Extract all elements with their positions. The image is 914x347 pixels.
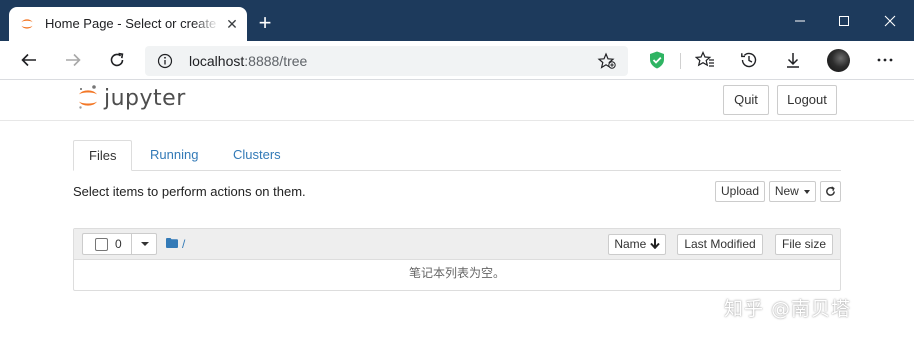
caret-down-icon — [804, 189, 811, 194]
watermark: 知乎 @南贝塔 — [724, 298, 852, 320]
more-icon[interactable] — [874, 49, 896, 71]
quit-button[interactable]: Quit — [723, 85, 769, 115]
new-tab-icon[interactable]: + — [253, 12, 277, 36]
browser-toolbar: localhost:8888/tree — [0, 41, 914, 80]
new-dropdown-button[interactable]: New — [769, 181, 816, 202]
favorites-icon[interactable] — [694, 49, 716, 71]
back-icon[interactable] — [18, 49, 40, 71]
shield-icon[interactable] — [646, 49, 668, 71]
forward-icon[interactable] — [62, 49, 84, 71]
arrow-down-icon — [649, 238, 660, 250]
jupyter-header: jupyter Quit Logout — [0, 80, 914, 121]
url-text[interactable]: localhost:8888/tree — [189, 52, 307, 70]
site-info-icon[interactable] — [157, 53, 173, 69]
tab-running[interactable]: Running — [135, 140, 213, 171]
new-button-label: New — [774, 184, 799, 198]
logout-button[interactable]: Logout — [777, 85, 837, 115]
caret-down-icon — [141, 242, 149, 246]
select-all-group[interactable]: 0 — [82, 233, 157, 255]
refresh-list-button[interactable] — [820, 181, 841, 202]
sort-file-size-button[interactable]: File size — [775, 234, 833, 255]
selection-hint: Select items to perform actions on them. — [73, 184, 306, 199]
select-menu-button[interactable] — [131, 234, 157, 254]
file-list-header: 0 / Name Last Modified File size — [74, 229, 840, 260]
close-icon[interactable] — [878, 9, 902, 33]
minimize-icon[interactable] — [788, 9, 812, 33]
select-all-checkbox[interactable] — [95, 238, 108, 251]
maximize-icon[interactable] — [832, 9, 856, 33]
jupyter-logo-text[interactable]: jupyter — [104, 86, 186, 112]
sort-name-button[interactable]: Name — [608, 234, 666, 255]
selected-count: 0 — [115, 237, 122, 251]
url-path: :8888/tree — [244, 53, 308, 69]
name-column-label: Name — [614, 237, 647, 251]
address-bar[interactable]: localhost:8888/tree — [145, 46, 628, 76]
toolbar-divider — [680, 53, 681, 69]
profile-avatar[interactable] — [827, 49, 850, 72]
refresh-icon — [826, 186, 835, 196]
jupyter-favicon-icon — [21, 19, 33, 29]
browser-tab[interactable]: Home Page - Select or create a n ✕ — [9, 7, 247, 41]
history-icon[interactable] — [738, 49, 760, 71]
sort-last-modified-button[interactable]: Last Modified — [677, 234, 763, 255]
url-host: localhost — [189, 53, 245, 69]
tab-files[interactable]: Files — [73, 140, 132, 171]
tab-close-icon[interactable]: ✕ — [222, 14, 242, 34]
upload-button[interactable]: Upload — [715, 181, 765, 202]
refresh-icon[interactable] — [106, 49, 128, 71]
tab-clusters[interactable]: Clusters — [218, 140, 296, 171]
tab-title: Home Page - Select or create a n — [45, 16, 219, 31]
file-list: 0 / Name Last Modified File size 笔记本列表为空… — [73, 228, 841, 291]
download-icon[interactable] — [782, 49, 804, 71]
folder-icon[interactable] — [166, 238, 178, 248]
breadcrumb[interactable]: / — [182, 236, 185, 252]
empty-list-message: 笔记本列表为空。 — [408, 266, 505, 280]
browser-tab-strip: Home Page - Select or create a n ✕ + — [0, 0, 914, 41]
add-favorite-icon[interactable] — [597, 52, 617, 70]
jupyter-logo-icon[interactable] — [77, 84, 99, 112]
